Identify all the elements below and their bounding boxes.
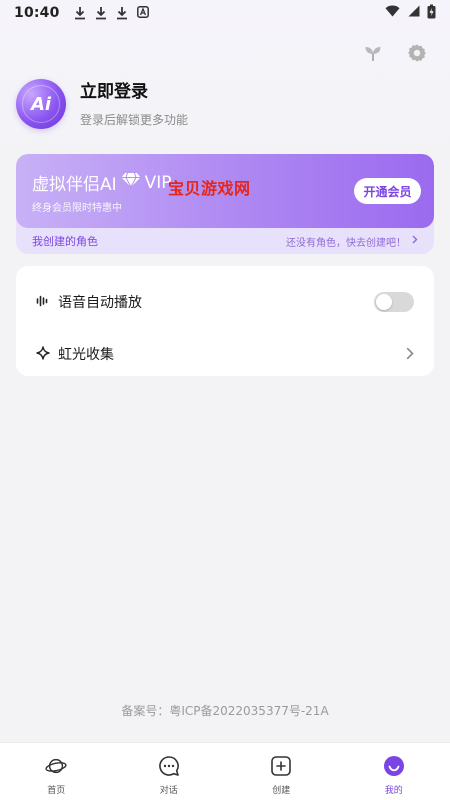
chevron-right-icon — [412, 235, 418, 247]
avatar-text: Ai — [30, 93, 52, 115]
voice-autoplay-label: 语音自动播放 — [58, 295, 142, 311]
nav-chat-label: 对话 — [159, 786, 178, 796]
planet-icon — [45, 755, 67, 777]
profile-page: 10:40 Ai 立即登录 登录后解锁更多功能 虚拟伴侣AI VIP 终身会员限… — [0, 0, 450, 800]
voice-autoplay-row[interactable]: 语音自动播放 — [16, 282, 434, 322]
vip-subtitle: 终身会员限时特惠中 — [32, 203, 122, 214]
nav-create[interactable]: 创建 — [225, 743, 338, 796]
roles-hint-text: 还没有角色，快去创建吧！ — [286, 237, 406, 249]
open-membership-button[interactable]: 开通会员 — [354, 178, 421, 204]
icp-record[interactable]: 备案号：粤ICP备2022035377号-21A — [0, 702, 450, 719]
sprout-icon[interactable] — [362, 42, 384, 64]
top-actions — [362, 42, 428, 64]
gear-icon[interactable] — [406, 42, 428, 64]
wifi-icon — [385, 5, 400, 21]
add-square-icon — [270, 755, 292, 777]
diamond-icon — [121, 172, 141, 193]
chat-bubble-icon — [158, 755, 180, 777]
sparkle-icon — [36, 345, 50, 364]
rainbow-collection-row[interactable]: 虹光收集 — [16, 334, 434, 374]
login-subtitle: 登录后解锁更多功能 — [80, 113, 189, 127]
nav-create-label: 创建 — [272, 786, 291, 796]
download-icon — [95, 6, 107, 20]
watermark: 宝贝游戏网 — [168, 179, 251, 198]
nav-chat[interactable]: 对话 — [113, 743, 226, 796]
nav-mine[interactable]: 我的 — [338, 743, 450, 796]
status-time: 10:40 — [14, 5, 60, 21]
status-bar: 10:40 — [0, 0, 450, 26]
download-icon — [116, 6, 128, 20]
system-icons — [385, 4, 436, 23]
avatar[interactable]: Ai — [16, 79, 66, 129]
voice-autoplay-toggle[interactable] — [374, 292, 414, 312]
vip-app-name: 虚拟伴侣AI — [32, 175, 117, 195]
notification-icons — [74, 6, 149, 20]
nav-mine-label: 我的 — [384, 786, 403, 796]
sound-wave-icon — [36, 293, 50, 312]
roles-hint: 还没有角色，快去创建吧！ — [286, 234, 418, 249]
login-title[interactable]: 立即登录 — [80, 80, 188, 104]
vip-card[interactable]: 虚拟伴侣AI VIP 终身会员限时特惠中 宝贝游戏网 开通会员 — [16, 154, 434, 228]
vip-section: 虚拟伴侣AI VIP 终身会员限时特惠中 宝贝游戏网 开通会员 我创建的角色 还… — [16, 154, 434, 254]
login-prompt[interactable]: Ai 立即登录 登录后解锁更多功能 — [16, 79, 188, 129]
battery-charging-icon — [427, 4, 436, 23]
signal-icon — [407, 5, 420, 21]
chevron-right-icon — [406, 345, 414, 364]
smile-face-icon — [383, 755, 405, 777]
login-text-group: 立即登录 登录后解锁更多功能 — [80, 80, 188, 128]
rainbow-collection-label: 虹光收集 — [58, 347, 114, 363]
download-icon — [74, 6, 86, 20]
bottom-nav: 首页 对话 创建 我的 — [0, 742, 450, 800]
my-roles-row[interactable]: 我创建的角色 还没有角色，快去创建吧！ — [16, 228, 434, 254]
settings-card: 语音自动播放 虹光收集 — [16, 266, 434, 376]
a-notification-icon — [136, 6, 149, 20]
toggle-knob — [376, 294, 392, 310]
nav-home-label: 首页 — [47, 786, 66, 796]
vip-title: 虚拟伴侣AI VIP — [32, 170, 172, 196]
nav-home[interactable]: 首页 — [0, 743, 113, 796]
my-roles-label: 我创建的角色 — [32, 235, 98, 248]
